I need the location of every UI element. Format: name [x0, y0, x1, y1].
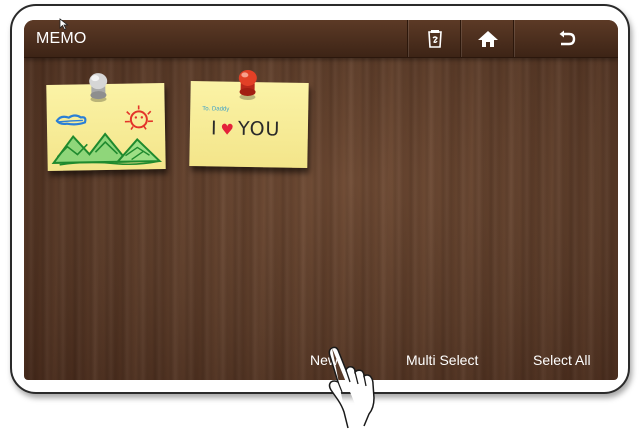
- memo-pad-icon: [427, 29, 442, 48]
- home-button[interactable]: [460, 20, 514, 57]
- title-bar: MEMO: [24, 20, 618, 58]
- app-title: MEMO: [36, 30, 87, 47]
- memo-screen: MEMO To. Daddy I ♥ YOU New Multi Select …: [24, 20, 618, 380]
- bottom-action-bar: New Multi Select Select All: [24, 344, 618, 374]
- pointing-hand-icon: [328, 346, 375, 429]
- home-icon: [477, 30, 498, 47]
- memo-message-end: YOU: [237, 117, 281, 141]
- memo-note-drawing[interactable]: [46, 73, 166, 172]
- pushpin-red-icon: [238, 69, 257, 100]
- memo-message-start: I: [210, 117, 218, 140]
- memo-recipient: To. Daddy: [202, 106, 230, 113]
- multi-select-button[interactable]: Multi Select: [406, 352, 478, 368]
- heart-icon: ♥: [220, 120, 236, 139]
- back-button[interactable]: [513, 20, 618, 57]
- memo-note-text[interactable]: To. Daddy I ♥ YOU: [189, 69, 309, 169]
- memo-menu-button[interactable]: [407, 20, 461, 57]
- back-arrow-icon: [559, 30, 575, 45]
- memo-message: I ♥ YOU: [211, 117, 281, 140]
- select-all-button[interactable]: Select All: [533, 352, 591, 368]
- mouse-cursor-icon: [59, 18, 69, 30]
- pushpin-gray-icon: [89, 73, 108, 103]
- stage: MEMO To. Daddy I ♥ YOU New Multi Select …: [0, 0, 640, 431]
